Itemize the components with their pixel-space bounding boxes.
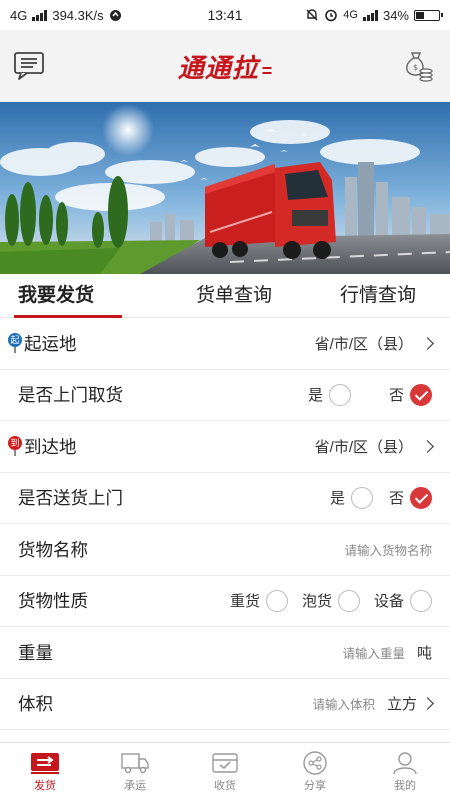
logo: 通通拉 = bbox=[178, 48, 273, 85]
logo-text: 通通拉 bbox=[177, 53, 259, 83]
shipping-form: 起 起运地 省/市/区（县） 是否上门取货 是 否 到 到达地 省/市/区（县）… bbox=[0, 318, 450, 730]
pickup-no-label: 否 bbox=[388, 387, 404, 405]
status-time: 13:41 bbox=[207, 7, 243, 23]
nav-receive-label: 收货 bbox=[214, 779, 236, 792]
goods-type-label: 货物性质 bbox=[18, 591, 88, 612]
volume-unit[interactable]: 立方 bbox=[387, 693, 417, 714]
destination-label: 到达地 bbox=[24, 436, 77, 457]
goods-name-input[interactable]: 请输入货物名称 bbox=[344, 540, 432, 559]
delivery-yes-label: 是 bbox=[329, 490, 345, 508]
nav-mine[interactable]: 我的 bbox=[360, 743, 450, 800]
weight-row[interactable]: 重量 请输入重量 吨 bbox=[0, 627, 450, 679]
alarm-icon bbox=[325, 9, 338, 22]
inbox-check-icon bbox=[212, 752, 238, 773]
chevron-right-icon[interactable] bbox=[421, 697, 434, 711]
destination-pin-icon: 到 bbox=[8, 436, 22, 457]
destination-label-group: 到 到达地 bbox=[8, 434, 77, 459]
money-bag-icon[interactable]: $ bbox=[400, 48, 436, 84]
message-icon[interactable] bbox=[11, 48, 47, 84]
status-left: 4G 394.3K/s bbox=[10, 8, 180, 23]
tab-order-query[interactable]: 货单查询 bbox=[162, 274, 306, 317]
origin-label: 起运地 bbox=[24, 333, 77, 354]
pickup-row: 是否上门取货 是 否 bbox=[0, 370, 450, 421]
app-header: 通通拉 = $ bbox=[0, 30, 450, 102]
goods-name-row[interactable]: 货物名称 请输入货物名称 bbox=[0, 524, 450, 576]
origin-row[interactable]: 起 起运地 省/市/区（县） bbox=[0, 318, 450, 370]
volume-label: 体积 bbox=[18, 694, 53, 715]
chevron-right-icon bbox=[421, 439, 434, 453]
weight-label: 重量 bbox=[18, 642, 53, 663]
destination-value: 省/市/区（县） bbox=[314, 438, 413, 456]
goods-type-heavy-label: 重货 bbox=[229, 593, 260, 611]
goods-type-equipment-label: 设备 bbox=[373, 593, 404, 611]
network-type: 4G bbox=[10, 7, 28, 23]
nav-share[interactable]: 分享 bbox=[270, 743, 360, 800]
tab-ship[interactable]: 我要发货 bbox=[0, 274, 162, 318]
network-speed: 394.3K/s bbox=[52, 7, 104, 23]
svg-text:$: $ bbox=[413, 63, 418, 72]
destination-badge: 到 bbox=[8, 436, 22, 451]
mute-bell-icon bbox=[306, 9, 318, 21]
volume-input[interactable]: 请输入体积 bbox=[312, 694, 375, 713]
banner-image[interactable] bbox=[0, 102, 450, 274]
goods-name-label: 货物名称 bbox=[18, 539, 88, 560]
goods-type-equipment-radio[interactable] bbox=[410, 589, 432, 612]
bottom-nav: 发货 承运 收货 分享 我的 bbox=[0, 742, 450, 800]
nav-mine-label: 我的 bbox=[394, 779, 416, 792]
tab-bar: 我要发货 货单查询 行情查询 bbox=[0, 274, 450, 318]
signal-icon bbox=[32, 9, 48, 21]
sync-icon bbox=[109, 9, 121, 21]
delivery-no-label: 否 bbox=[388, 490, 404, 508]
delivery-label: 是否送货上门 bbox=[18, 488, 123, 509]
delivery-yes-radio[interactable] bbox=[350, 486, 373, 509]
goods-type-bulky-radio[interactable] bbox=[337, 589, 360, 612]
origin-label-group: 起 起运地 bbox=[8, 331, 77, 356]
weight-unit: 吨 bbox=[416, 644, 432, 662]
battery-icon bbox=[414, 9, 443, 21]
goods-type-row: 货物性质 重货 泡货 设备 bbox=[0, 576, 450, 627]
pickup-yes-label: 是 bbox=[307, 387, 323, 405]
nav-ship[interactable]: 发货 bbox=[0, 743, 90, 800]
network-type-right: 4G bbox=[343, 9, 358, 21]
share-icon bbox=[303, 750, 327, 775]
nav-carry-label: 承运 bbox=[124, 779, 146, 792]
nav-share-label: 分享 bbox=[304, 779, 326, 792]
nav-ship-label: 发货 bbox=[34, 779, 56, 792]
user-icon bbox=[393, 751, 417, 774]
origin-value: 省/市/区（县） bbox=[314, 335, 413, 353]
logo-suffix: = bbox=[261, 60, 273, 81]
goods-type-heavy-radio[interactable] bbox=[265, 589, 288, 612]
delivery-row: 是否送货上门 是 否 bbox=[0, 473, 450, 524]
origin-badge: 起 bbox=[8, 333, 22, 348]
truck-icon bbox=[121, 752, 149, 773]
delivery-no-radio[interactable] bbox=[410, 486, 432, 509]
signal-icon-right bbox=[362, 9, 378, 21]
battery-percent: 34% bbox=[382, 7, 409, 23]
tab-market-query[interactable]: 行情查询 bbox=[306, 274, 450, 317]
destination-row[interactable]: 到 到达地 省/市/区（县） bbox=[0, 421, 450, 473]
volume-row[interactable]: 体积 请输入体积 立方 bbox=[0, 679, 450, 730]
battery-fill bbox=[416, 11, 425, 19]
pickup-label: 是否上门取货 bbox=[18, 385, 123, 406]
origin-pin-icon: 起 bbox=[8, 333, 22, 354]
status-bar: 4G 394.3K/s 13:41 4G 34% bbox=[0, 0, 450, 30]
truck-send-icon bbox=[31, 752, 59, 774]
chevron-right-icon bbox=[421, 336, 434, 350]
goods-type-bulky-label: 泡货 bbox=[301, 593, 332, 611]
status-right: 4G 34% bbox=[270, 7, 443, 23]
nav-carry[interactable]: 承运 bbox=[90, 743, 180, 800]
weight-input[interactable]: 请输入重量 bbox=[342, 643, 405, 662]
pickup-no-radio[interactable] bbox=[410, 383, 432, 406]
pickup-yes-radio[interactable] bbox=[328, 383, 351, 406]
nav-receive[interactable]: 收货 bbox=[180, 743, 270, 800]
